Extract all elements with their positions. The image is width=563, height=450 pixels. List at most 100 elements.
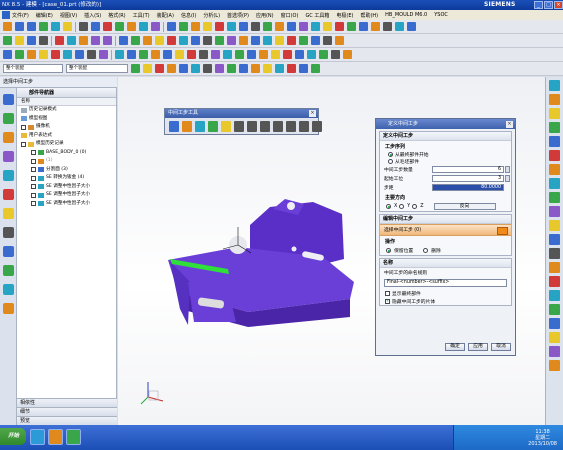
edge-blend-icon[interactable] <box>251 22 260 31</box>
step-settings-icon[interactable] <box>312 121 322 132</box>
reuse-library-icon[interactable] <box>3 151 14 162</box>
move-face-icon[interactable] <box>335 22 344 31</box>
apply-button[interactable]: 应用 <box>468 343 488 351</box>
layer-icon[interactable] <box>247 50 256 59</box>
print-icon[interactable] <box>39 36 48 45</box>
replace-face-icon[interactable] <box>359 22 368 31</box>
constraint-navigator-icon[interactable] <box>3 132 14 143</box>
csys-icon[interactable] <box>343 50 352 59</box>
taskbar-app-icon[interactable] <box>66 429 81 445</box>
name-column-header[interactable]: 名称 <box>17 98 116 106</box>
direction-z-radio[interactable] <box>412 204 418 209</box>
list-item[interactable]: BASE_BODY_0 (0) <box>17 149 116 158</box>
bead-icon[interactable] <box>549 248 560 259</box>
menu-tools[interactable]: 工具(T) <box>133 12 150 19</box>
dimple-icon[interactable] <box>549 206 560 217</box>
define-step-icon[interactable] <box>169 121 179 132</box>
flat-solid-icon[interactable] <box>549 318 560 329</box>
cut-icon[interactable] <box>55 36 64 45</box>
component-rule-icon[interactable] <box>227 64 236 73</box>
step-bend-icon[interactable] <box>286 121 296 132</box>
keep-position-radio[interactable] <box>386 248 391 253</box>
history-checkbox[interactable] <box>21 141 26 147</box>
normal-cutout-icon[interactable] <box>287 36 296 45</box>
select-icon[interactable] <box>3 50 12 59</box>
front-view-icon[interactable] <box>223 50 232 59</box>
datum-icon[interactable] <box>103 22 112 31</box>
deselect-icon[interactable] <box>251 64 260 73</box>
new-file-icon[interactable] <box>3 36 12 45</box>
unbend-step-icon[interactable] <box>195 121 205 132</box>
synchronous-icon[interactable] <box>383 22 392 31</box>
paste-icon[interactable] <box>79 36 88 45</box>
split-body-icon[interactable] <box>323 22 332 31</box>
camera-checkbox[interactable] <box>21 124 26 130</box>
list-item[interactable]: SE 调整中性因子大小 <box>17 183 116 192</box>
pitch-input[interactable]: 80.0000 <box>432 184 504 191</box>
intersection-curve-icon[interactable] <box>151 22 160 31</box>
unbend-icon[interactable] <box>549 178 560 189</box>
snap-enable-icon[interactable] <box>155 64 164 73</box>
menu-format[interactable]: 格式(R) <box>108 12 125 19</box>
quick-pick-icon[interactable] <box>239 64 248 73</box>
select-step-button[interactable] <box>497 227 508 235</box>
offset-face-icon[interactable] <box>347 22 356 31</box>
text-icon[interactable] <box>79 22 88 31</box>
point-icon[interactable] <box>91 22 100 31</box>
intersection-point-icon[interactable] <box>63 50 72 59</box>
hole-icon[interactable] <box>191 22 200 31</box>
list-item[interactable]: (1) <box>17 157 116 166</box>
feature-rule-icon[interactable] <box>203 64 212 73</box>
web-browser-icon[interactable] <box>3 189 14 200</box>
mirror-icon[interactable] <box>299 22 308 31</box>
pattern-icon[interactable] <box>287 22 296 31</box>
box-select-icon[interactable] <box>299 64 308 73</box>
menu-preferences[interactable]: 首选项(P) <box>227 12 249 19</box>
feature-checkbox[interactable] <box>31 167 36 173</box>
flange-icon[interactable] <box>131 36 140 45</box>
trim-body-icon[interactable] <box>311 22 320 31</box>
selection-priority-icon[interactable] <box>263 64 272 73</box>
bead-icon[interactable] <box>215 36 224 45</box>
process-studio-icon[interactable] <box>3 246 14 257</box>
redo-icon[interactable] <box>103 36 112 45</box>
step-feature-icon[interactable] <box>182 121 192 132</box>
transparency-icon[interactable] <box>295 50 304 59</box>
step-count-input[interactable]: 6 <box>432 166 504 173</box>
jog-icon[interactable] <box>549 150 560 161</box>
intersect-icon[interactable] <box>239 22 248 31</box>
unbend-icon[interactable] <box>167 36 176 45</box>
closed-corner-icon[interactable] <box>275 36 284 45</box>
extrude-icon[interactable] <box>167 22 176 31</box>
show-finished-checkbox[interactable] <box>385 290 390 296</box>
show-all-icon[interactable] <box>271 50 280 59</box>
bend-icon[interactable] <box>155 36 164 45</box>
circle-icon[interactable] <box>51 22 60 31</box>
step-count-spinner[interactable] <box>505 166 510 173</box>
rectangle-icon[interactable] <box>39 22 48 31</box>
menu-application[interactable]: 应用(N) <box>256 12 274 19</box>
flat-pattern-icon[interactable] <box>239 36 248 45</box>
close-icon[interactable]: × <box>506 120 513 128</box>
list-item[interactable]: 用户表达式 <box>17 132 116 141</box>
drawn-cutout-icon[interactable] <box>549 234 560 245</box>
convert-icon[interactable] <box>311 36 320 45</box>
shaded-icon[interactable] <box>163 50 172 59</box>
outline-selection-icon[interactable] <box>275 64 284 73</box>
sheetmetal-tab-icon[interactable] <box>119 36 128 45</box>
start-button[interactable]: 开始 <box>0 428 26 445</box>
menu-insert[interactable]: 插入(S) <box>84 12 101 19</box>
feature-checkbox[interactable] <box>31 184 36 190</box>
corner-relief-icon[interactable] <box>263 36 272 45</box>
bridge-curve-icon[interactable] <box>139 22 148 31</box>
list-item[interactable]: 模型视图 <box>17 115 116 124</box>
list-item[interactable]: 摄像机 <box>17 123 116 132</box>
export-icon[interactable] <box>335 36 344 45</box>
menu-analysis[interactable]: 分析(L) <box>203 12 220 19</box>
zoom-view-icon[interactable] <box>139 50 148 59</box>
preferences-icon[interactable] <box>323 36 332 45</box>
iso-view-icon[interactable] <box>199 50 208 59</box>
feature-checkbox[interactable] <box>31 150 36 156</box>
project-curve-icon[interactable] <box>127 22 136 31</box>
wcs-icon[interactable] <box>331 50 340 59</box>
